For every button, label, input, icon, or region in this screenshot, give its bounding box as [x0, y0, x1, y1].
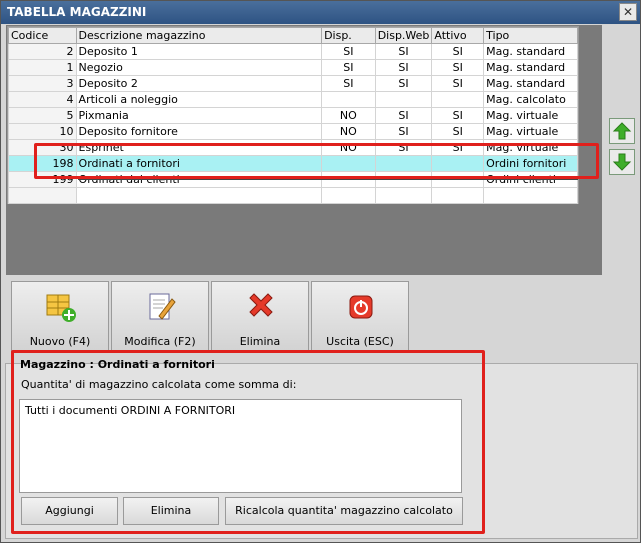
cell-desc: Negozio: [75, 59, 323, 76]
cell-attivo: SI: [431, 43, 485, 60]
empty-cell: [321, 187, 376, 204]
cell-disp: [321, 91, 376, 108]
arrow-up-icon: [612, 122, 632, 140]
new-button-label: Nuovo (F4): [29, 335, 91, 348]
cell-disp: SI: [321, 75, 376, 92]
cell-tipo: Mag. virtuale: [483, 123, 578, 140]
window-title: TABELLA MAGAZZINI: [7, 5, 147, 19]
edit-button-label: Modifica (F2): [124, 335, 196, 348]
cell-disp: NO: [321, 123, 376, 140]
delete-button-label: Elimina: [239, 335, 281, 348]
cell-attivo: SI: [431, 75, 485, 92]
detail-title: Magazzino : Ordinati a fornitori: [20, 358, 215, 371]
cell-code: 3: [8, 75, 77, 92]
cell-desc: Deposito 2: [75, 75, 323, 92]
exit-button[interactable]: Uscita (ESC): [311, 281, 409, 353]
empty-cell: [374, 187, 433, 204]
recalc-button[interactable]: Ricalcola quantita' magazzino calcolato: [225, 497, 463, 525]
move-down-button[interactable]: [609, 149, 635, 175]
move-up-button[interactable]: [609, 118, 635, 144]
cell-attivo: SI: [431, 59, 485, 76]
table-row[interactable]: 2 Deposito 1 SI SI SI Mag. standard: [8, 43, 578, 60]
empty-cell: [75, 187, 323, 204]
sources-memo[interactable]: Tutti i documenti ORDINI A FORNITORI: [19, 399, 462, 493]
cell-code: 2: [8, 43, 77, 60]
cell-code: 4: [8, 91, 77, 108]
detail-hint: Quantita' di magazzino calcolata come so…: [21, 378, 297, 391]
table-row[interactable]: 3 Deposito 2 SI SI SI Mag. standard: [8, 75, 578, 92]
table-row[interactable]: 5 Pixmania NO SI SI Mag. virtuale: [8, 107, 578, 124]
edit-button[interactable]: Modifica (F2): [111, 281, 209, 353]
exit-button-label: Uscita (ESC): [326, 335, 394, 348]
empty-cell: [483, 187, 578, 204]
close-icon: ✕: [622, 5, 634, 19]
table-row[interactable]: 10 Deposito fornitore NO SI SI Mag. virtuale: [8, 123, 578, 140]
delete-button[interactable]: Elimina: [211, 281, 309, 353]
col-header-disp[interactable]: Disp.: [321, 27, 376, 44]
cell-dispweb: SI: [374, 107, 433, 124]
table-row[interactable]: 1 Negozio SI SI SI Mag. standard: [8, 59, 578, 76]
cell-attivo: SI: [431, 107, 485, 124]
empty-cell: [8, 187, 77, 204]
cell-desc: Deposito 1: [75, 43, 323, 60]
cell-tipo: Mag. standard: [483, 43, 578, 60]
cell-dispweb: [374, 91, 433, 108]
cell-tipo: Mag. standard: [483, 59, 578, 76]
memo-text: Tutti i documenti ORDINI A FORNITORI: [25, 404, 236, 417]
grid-panel: Codice Descrizione magazzino Disp. Disp.…: [6, 25, 602, 275]
empty-cell: [431, 187, 485, 204]
title-bar: TABELLA MAGAZZINI: [1, 1, 640, 24]
cell-dispweb: SI: [374, 43, 433, 60]
cell-dispweb: SI: [374, 59, 433, 76]
power-icon: [349, 295, 373, 319]
delete-x-icon: [249, 293, 273, 317]
col-header-codice[interactable]: Codice: [8, 27, 77, 44]
selected-row-highlight: [34, 143, 599, 179]
col-header-descrizione[interactable]: Descrizione magazzino: [75, 27, 323, 44]
cell-tipo: Mag. standard: [483, 75, 578, 92]
col-header-tipo[interactable]: Tipo: [483, 27, 578, 44]
cell-disp: NO: [321, 107, 376, 124]
cell-disp: SI: [321, 59, 376, 76]
new-button[interactable]: Nuovo (F4): [11, 281, 109, 353]
cell-attivo: [431, 91, 485, 108]
col-header-attivo[interactable]: Attivo: [431, 27, 485, 44]
cell-tipo: Mag. calcolato: [483, 91, 578, 108]
cell-disp: SI: [321, 43, 376, 60]
cell-desc: Pixmania: [75, 107, 323, 124]
add-table-icon: [46, 294, 76, 322]
strikethrough-line: [78, 179, 578, 180]
cell-attivo: SI: [431, 123, 485, 140]
cell-code: 1: [8, 59, 77, 76]
arrow-down-icon: [612, 153, 632, 171]
col-header-dispweb[interactable]: Disp.Web: [374, 27, 433, 44]
main-window: TABELLA MAGAZZINI ✕ Codice Descrizione m…: [0, 0, 641, 543]
cell-dispweb: SI: [374, 123, 433, 140]
edit-document-icon: [149, 293, 176, 320]
cell-desc: Articoli a noleggio: [75, 91, 323, 108]
add-button[interactable]: Aggiungi: [21, 497, 118, 525]
cell-desc: Deposito fornitore: [75, 123, 323, 140]
close-button[interactable]: ✕: [619, 3, 637, 21]
table-row[interactable]: 4 Articoli a noleggio Mag. calcolato: [8, 91, 578, 108]
empty-row: [8, 187, 578, 204]
cell-code: 10: [8, 123, 77, 140]
cell-dispweb: SI: [374, 75, 433, 92]
cell-code: 5: [8, 107, 77, 124]
remove-button[interactable]: Elimina: [123, 497, 219, 525]
cell-tipo: Mag. virtuale: [483, 107, 578, 124]
